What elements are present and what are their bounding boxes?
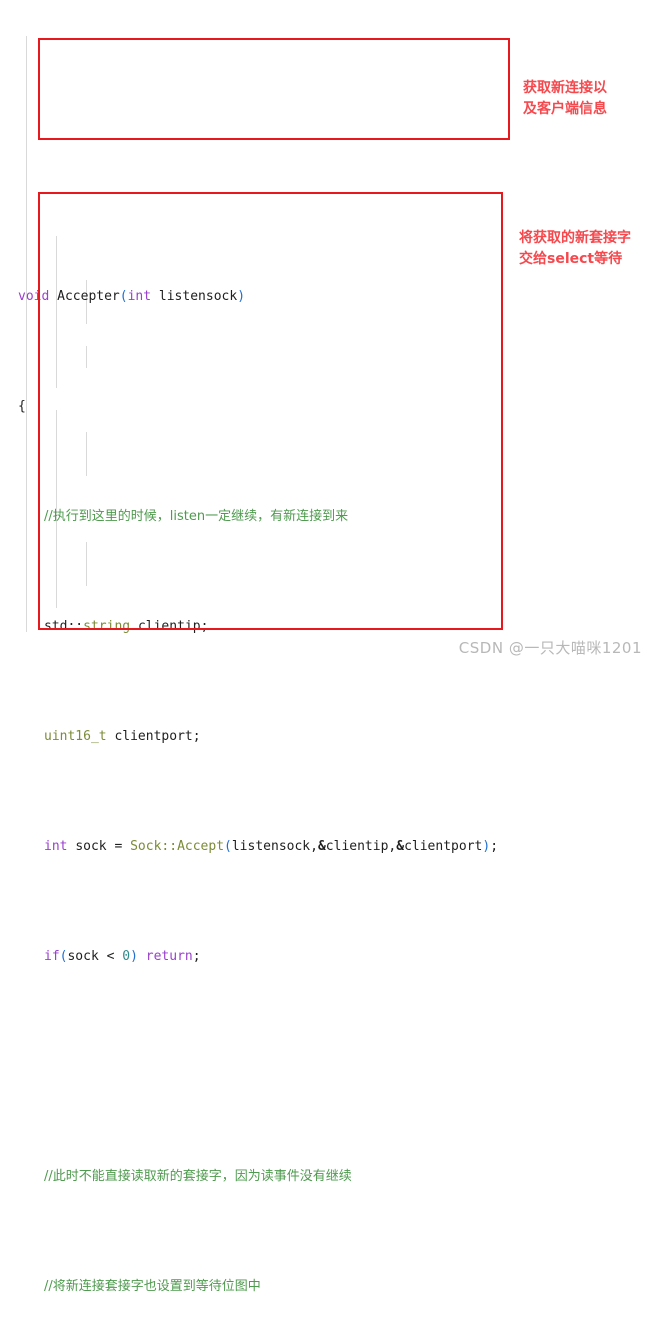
token-paren: ) (482, 839, 491, 854)
token-keyword: int (44, 839, 68, 854)
token-punct: , (310, 839, 318, 854)
code-line: //执行到这里的时候，listen一定继续，有新连接到来 (0, 506, 656, 528)
token-function: Accepter (57, 289, 120, 304)
indent-guide (56, 236, 57, 388)
token-paren: ( (59, 949, 68, 964)
token-keyword: void (18, 289, 50, 304)
code-line: int sock = Sock::Accept(listensock,&clie… (0, 836, 656, 858)
code-line: //此时不能直接读取新的套接字，因为读事件没有继续 (0, 1166, 656, 1188)
token-class: string (83, 619, 131, 634)
token-keyword: if (44, 949, 60, 964)
code-line: { (0, 396, 656, 418)
code-line: uint16_t clientport; (0, 726, 656, 748)
token-operator: = (114, 839, 123, 854)
token-comment: //将新连接套接字也设置到等待位图中 (44, 1279, 261, 1294)
annotation-accept-label: 获取新连接以 及客户端信息 (523, 80, 607, 117)
code-line: void Accepter(int listensock) (0, 286, 656, 308)
token-operator: & (396, 839, 405, 854)
token-paren: ) (130, 949, 138, 964)
token-punct: ; (200, 619, 209, 634)
token-punct: ; (192, 949, 201, 964)
token-punct: :: (67, 619, 84, 634)
token-identifier: listensock (158, 289, 238, 304)
annotation-select-label: 将获取的新套接字 交给select等待 (519, 230, 631, 267)
token-paren: ( (119, 289, 128, 304)
indent-guide (86, 346, 87, 368)
token-punct: ; (490, 839, 499, 854)
token-comment: //执行到这里的时候，listen一定继续，有新连接到来 (44, 509, 349, 524)
token-identifier: clientip (137, 619, 201, 634)
token-keyword: return (145, 949, 193, 964)
token-identifier: clientip (325, 839, 389, 854)
token-identifier: listensock (231, 839, 311, 854)
token-punct: , (388, 839, 397, 854)
indent-guide (26, 36, 27, 632)
token-punct: ; (192, 729, 201, 744)
code-line: //将新连接套接字也设置到等待位图中 (0, 1276, 656, 1298)
token-identifier: clientport (114, 729, 193, 744)
token-type: uint16_t (44, 729, 107, 744)
indent-guide (86, 542, 87, 586)
token-paren: ( (224, 839, 232, 854)
token-identifier: sock (75, 839, 107, 854)
csdn-watermark: CSDN @一只大喵咪1201 (458, 639, 642, 657)
code-line: if(sock < 0) return; (0, 946, 656, 968)
token-paren: ) (237, 289, 246, 304)
token-identifier: sock (67, 949, 99, 964)
indent-guide (86, 432, 87, 476)
token-keyword: int (127, 289, 152, 304)
token-comment: //此时不能直接读取新的套接字，因为读事件没有继续 (44, 1169, 352, 1184)
token-number: 0 (122, 949, 131, 964)
token-identifier: clientport (404, 839, 483, 854)
token-identifier: std (44, 619, 68, 634)
token-operator: < (106, 949, 115, 964)
token-operator: & (317, 839, 326, 854)
token-brace: { (18, 399, 26, 414)
code-line: std::string clientip; (0, 616, 656, 638)
token-class: Sock::Accept (130, 839, 225, 854)
